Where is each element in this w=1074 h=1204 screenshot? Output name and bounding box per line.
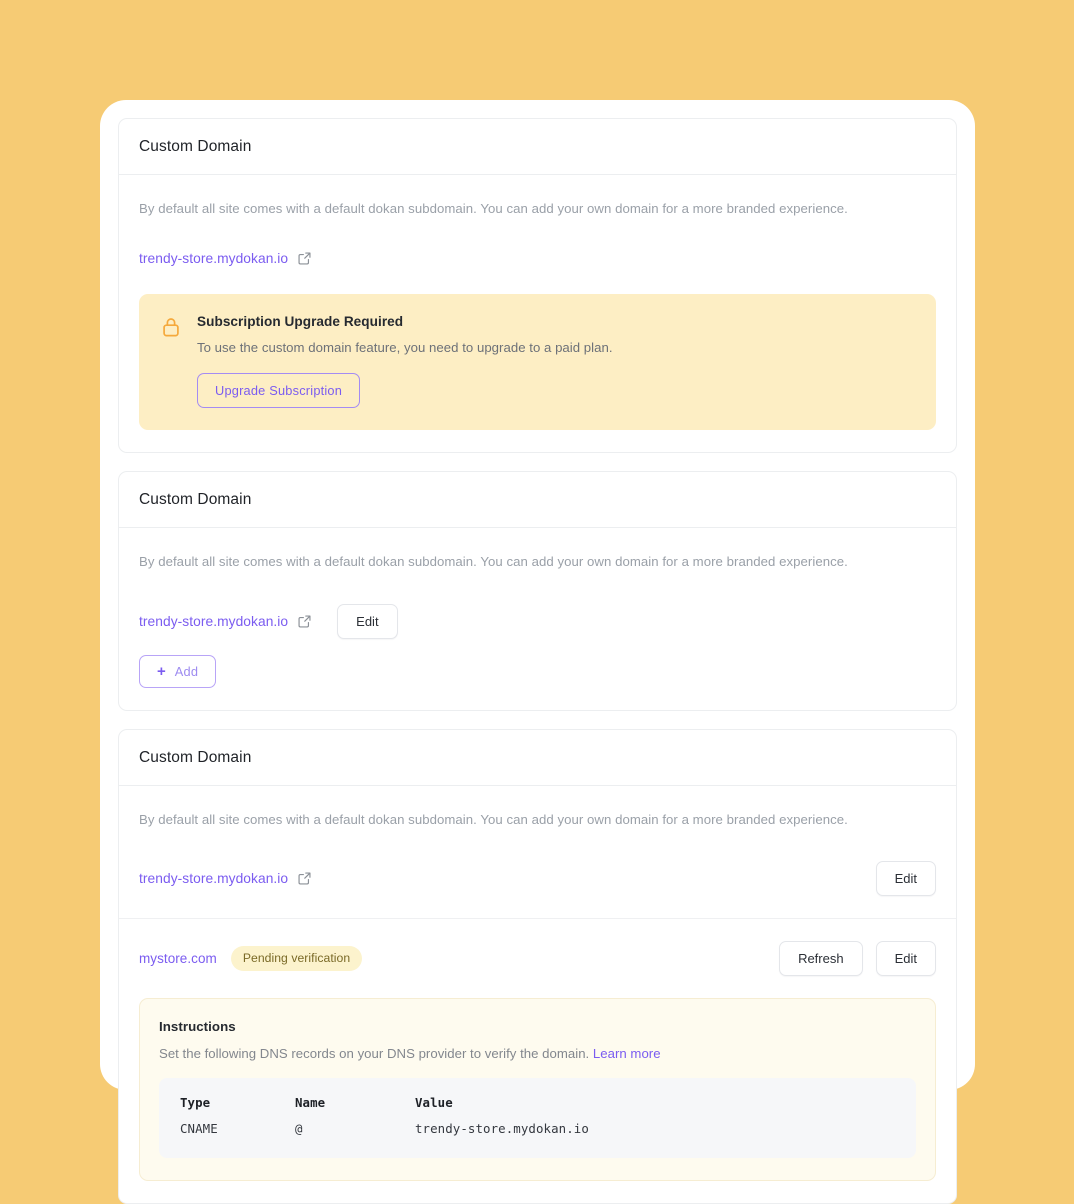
column-header-name: Name xyxy=(295,1095,326,1111)
content-shell: Custom Domain By default all site comes … xyxy=(100,100,975,1204)
dns-records-box: Type Name Value CNAME @ trendy-store.myd… xyxy=(159,1078,916,1159)
card-header: Custom Domain xyxy=(119,472,956,528)
subdomain-link[interactable]: trendy-store.mydokan.io xyxy=(139,871,288,886)
edit-custom-domain-button[interactable]: Edit xyxy=(875,941,936,977)
external-link-icon[interactable] xyxy=(297,871,312,886)
subdomain-row: trendy-store.mydokan.io xyxy=(139,251,936,266)
custom-domain-card-add: Custom Domain By default all site comes … xyxy=(118,470,957,711)
learn-more-link[interactable]: Learn more xyxy=(593,1046,661,1061)
subdomain-link[interactable]: trendy-store.mydokan.io xyxy=(139,614,288,629)
card-description: By default all site comes with a default… xyxy=(139,201,848,216)
instructions-title: Instructions xyxy=(159,1019,236,1035)
custom-domain-link[interactable]: mystore.com xyxy=(139,951,217,966)
instructions-panel: Instructions Set the following DNS recor… xyxy=(139,998,936,1182)
notice-title: Subscription Upgrade Required xyxy=(197,313,404,329)
notice-text: To use the custom domain feature, you ne… xyxy=(197,339,613,355)
cell-type: CNAME xyxy=(180,1121,218,1137)
plus-icon: + xyxy=(157,662,166,680)
subdomain-row: trendy-store.mydokan.io Edit xyxy=(139,861,936,918)
card-description: By default all site comes with a default… xyxy=(139,553,848,569)
table-header-row: Type Name Value xyxy=(180,1095,895,1121)
subdomain-row: trendy-store.mydokan.io Edit xyxy=(139,603,936,639)
add-domain-button[interactable]: + Add xyxy=(139,654,217,688)
status-badge: Pending verification xyxy=(230,946,363,972)
instructions-sentence: Set the following DNS records on your DN… xyxy=(159,1046,590,1062)
card-body: By default all site comes with a default… xyxy=(119,528,956,710)
instructions-text: Set the following DNS records on your DN… xyxy=(159,1046,916,1061)
cell-name: @ xyxy=(295,1121,303,1137)
dns-records-table: Type Name Value CNAME @ trendy-store.myd… xyxy=(180,1095,895,1136)
custom-domain-row-actions: Refresh Edit xyxy=(779,941,936,977)
subdomain-row-left: trendy-store.mydokan.io xyxy=(139,871,312,886)
custom-domain-row-left: mystore.com Pending verification xyxy=(139,946,363,972)
subscription-upgrade-notice: Subscription Upgrade Required To use the… xyxy=(139,293,936,430)
card-description: By default all site comes with a default… xyxy=(139,811,848,827)
edit-subdomain-button[interactable]: Edit xyxy=(875,861,936,897)
page-title: Custom Domain xyxy=(139,748,252,766)
refresh-domain-button[interactable]: Refresh xyxy=(779,941,863,977)
edit-subdomain-button[interactable]: Edit xyxy=(337,603,398,639)
column-header-type: Type xyxy=(180,1095,211,1111)
page-title: Custom Domain xyxy=(139,138,252,155)
subdomain-row-actions: Edit xyxy=(875,861,936,897)
page-title: Custom Domain xyxy=(139,490,252,508)
page-root: Custom Domain By default all site comes … xyxy=(0,0,1074,1204)
column-header-value: Value xyxy=(415,1095,453,1111)
custom-domain-row: mystore.com Pending verification Refresh… xyxy=(139,919,936,977)
upgrade-subscription-button[interactable]: Upgrade Subscription xyxy=(197,372,361,408)
card-body: By default all site comes with a default… xyxy=(119,786,956,1182)
card-stack: Custom Domain By default all site comes … xyxy=(118,118,957,1204)
card-header: Custom Domain xyxy=(119,730,956,786)
external-link-icon[interactable] xyxy=(297,614,312,629)
cell-value: trendy-store.mydokan.io xyxy=(415,1121,589,1137)
table-row: CNAME @ trendy-store.mydokan.io xyxy=(180,1121,895,1136)
custom-domain-card-pending: Custom Domain By default all site comes … xyxy=(118,728,957,1204)
external-link-icon[interactable] xyxy=(297,251,312,266)
card-header: Custom Domain xyxy=(119,119,956,175)
custom-domain-card-locked: Custom Domain By default all site comes … xyxy=(118,118,957,453)
notice-content: Subscription Upgrade Required To use the… xyxy=(197,314,914,408)
subdomain-link[interactable]: trendy-store.mydokan.io xyxy=(139,251,288,266)
lock-icon xyxy=(161,314,181,408)
add-domain-label: Add xyxy=(174,663,199,679)
card-body: By default all site comes with a default… xyxy=(119,175,956,452)
